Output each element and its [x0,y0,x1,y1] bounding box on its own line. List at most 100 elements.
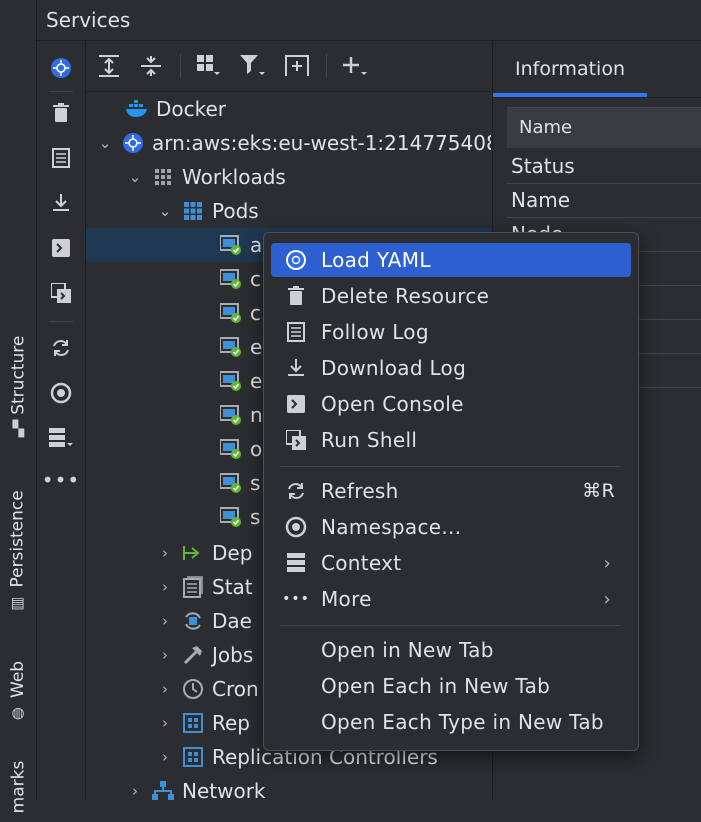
tree-node-label: Dae [212,609,252,633]
expand-all-button[interactable] [92,41,126,91]
chevron-right-icon[interactable]: › [156,544,174,562]
refresh-button[interactable] [37,331,85,365]
pod-running-icon [220,472,242,494]
clock-icon [182,678,204,700]
follow-log-button[interactable] [37,141,85,175]
replication-controllers-icon [182,746,204,768]
context-icon [285,552,307,574]
pod-running-icon [220,438,242,460]
chevron-right-icon[interactable]: › [156,646,174,664]
new-service-tab-button[interactable] [280,41,314,91]
menu-item-delete-resource[interactable]: Delete Resource [271,279,631,313]
chevron-down-icon[interactable]: ⌄ [156,202,174,220]
menu-item-label: Namespace... [321,515,462,539]
tree-node-label: Network [182,779,266,800]
structure-tab[interactable]: ▚ Structure [0,330,36,440]
menu-item-load-yaml[interactable]: Load YAML [271,243,631,277]
menu-separator [280,466,620,467]
kubernetes-service-button[interactable] [37,51,85,85]
tree-node-cluster[interactable]: ⌄ arn:aws:eks:eu-west-1:214775408 [86,126,491,160]
group-icon [197,55,220,75]
chevron-right-icon[interactable]: › [156,714,174,732]
deployments-icon [182,542,204,564]
services-action-column: ••• [37,41,86,800]
namespace-icon [285,516,307,538]
filter-icon [240,55,265,75]
context-icon [49,428,73,447]
chevron-right-icon[interactable]: › [156,748,174,766]
shell-icon [51,283,71,303]
left-tool-strip: ▚ Structure ▤ Persistence ◍ Web marks [0,0,37,813]
pod-running-icon [220,336,242,358]
download-icon [53,194,69,211]
shell-icon [285,429,307,451]
menu-item-run-shell[interactable]: Run Shell [271,423,631,457]
menu-item-label: Delete Resource [321,284,490,308]
tab-information[interactable]: Information [493,41,647,97]
more-button[interactable]: ••• [37,463,85,497]
download-icon [285,357,307,379]
bookmarks-tab-label: marks [8,760,29,814]
pod-name: e [250,369,263,393]
menu-item-namespace[interactable]: Namespace... [271,510,631,544]
group-by-button[interactable] [192,41,226,91]
chevron-right-icon[interactable]: › [156,578,174,596]
structure-tab-label: Structure [8,335,29,415]
tree-node-workloads[interactable]: ⌄ Workloads [86,160,491,194]
menu-item-open-each-in-new-tab[interactable]: Open Each in New Tab [271,669,631,703]
tab-information-label: Information [515,58,625,80]
add-service-button[interactable] [338,41,372,91]
persistence-tab[interactable]: ▤ Persistence [0,480,36,620]
menu-item-refresh[interactable]: Refresh ⌘R [271,474,631,508]
structure-icon: ▚ [12,419,24,438]
chevron-right-icon[interactable]: › [156,612,174,630]
namespace-button[interactable] [37,376,85,410]
delete-button[interactable] [37,96,85,130]
menu-item-label: Context [321,551,402,575]
pod-name: n [250,403,263,427]
menu-item-follow-log[interactable]: Follow Log [271,315,631,349]
menu-item-label: Load YAML [321,248,431,272]
workloads-icon [152,166,174,188]
console-icon [285,393,307,415]
filter-button[interactable] [236,41,270,91]
menu-item-more[interactable]: ••• More › [271,582,631,616]
menu-item-download-log[interactable]: Download Log [271,351,631,385]
trash-icon [53,103,69,122]
tree-node-pods[interactable]: ⌄ Pods [86,194,491,228]
bookmarks-tab[interactable]: marks [0,752,36,822]
tree-node-network[interactable]: › Network [86,774,491,800]
pod-running-icon [220,404,242,426]
context-button[interactable] [37,421,85,455]
menu-item-label: Open Each in New Tab [321,674,551,698]
collapse-all-icon [141,56,161,76]
chevron-right-icon[interactable]: › [156,680,174,698]
run-shell-button[interactable] [37,276,85,310]
services-header: Services [36,0,701,41]
info-table-header: Name [507,107,701,148]
namespace-icon [50,382,72,404]
refresh-icon [53,340,69,356]
menu-item-label: Run Shell [321,428,418,452]
collapse-all-button[interactable] [134,41,168,91]
menu-item-open-console[interactable]: Open Console [271,387,631,421]
tree-node-docker[interactable]: Docker [86,92,491,126]
menu-item-open-each-type-in-new-tab[interactable]: Open Each Type in New Tab [271,705,631,739]
pod-name: c [250,267,261,291]
refresh-shortcut: ⌘R [582,480,615,502]
chevron-right-icon[interactable]: › [126,782,144,800]
download-log-button[interactable] [37,186,85,220]
menu-item-context[interactable]: Context › [271,546,631,580]
web-tab-label: Web [8,660,29,698]
pods-icon [182,200,204,222]
web-tab[interactable]: ◍ Web [0,650,36,730]
chevron-down-icon[interactable]: ⌄ [96,134,114,152]
refresh-icon [285,480,307,502]
tree-node-label: Stat [212,575,253,599]
tree-node-label: Rep [212,711,250,735]
column-header-name: Name [519,117,573,138]
open-console-button[interactable] [37,231,85,265]
chevron-down-icon[interactable]: ⌄ [126,168,144,186]
pod-running-icon [220,268,242,290]
menu-item-open-in-new-tab[interactable]: Open in New Tab [271,633,631,667]
